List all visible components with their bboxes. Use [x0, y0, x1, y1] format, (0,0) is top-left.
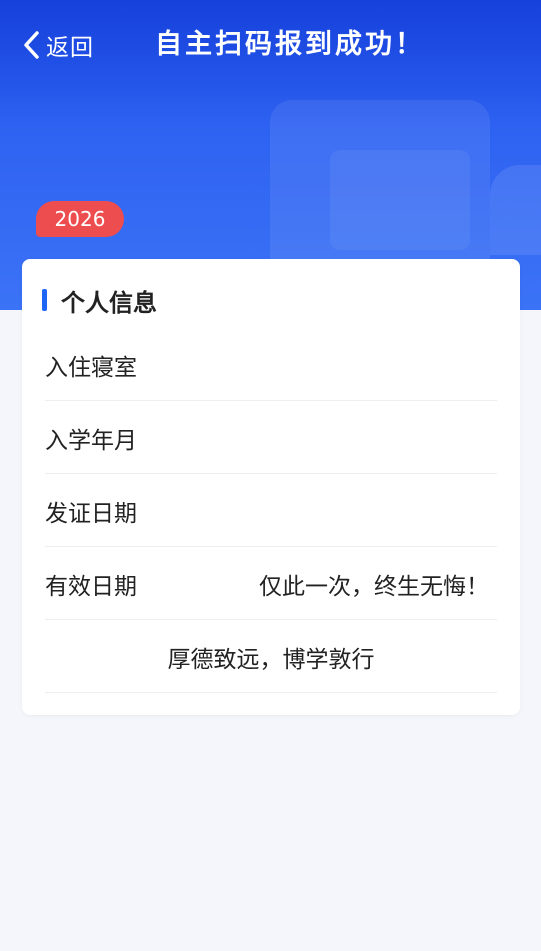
row-label: 发证日期 — [45, 500, 137, 527]
info-row-enroll-date: 入学年月 — [45, 402, 497, 474]
page-title: 自主扫码报到成功！ — [155, 29, 425, 60]
section-accent-bar — [42, 289, 47, 311]
banner-building-shape-2 — [330, 150, 470, 250]
chevron-left-icon — [22, 30, 40, 60]
row-value: 仅此一次，终生无悔！ — [259, 573, 489, 600]
info-row-dorm: 入住寝室 — [45, 329, 497, 401]
card-header: 个人信息 — [42, 284, 157, 317]
year-badge: 2026 — [36, 201, 124, 237]
info-row-issue-date: 发证日期 — [45, 475, 497, 547]
back-label: 返回 — [46, 35, 94, 61]
row-label: 入学年月 — [45, 427, 137, 454]
motto-row: 厚德致远，博学敦行 — [45, 621, 497, 693]
row-label: 有效日期 — [45, 573, 137, 600]
card-title: 个人信息 — [61, 288, 157, 317]
personal-info-card: 个人信息 入住寝室 入学年月 发证日期 有效日期 仅此一次，终生无悔！ 厚德致远… — [22, 259, 520, 715]
info-row-valid-date: 有效日期 仅此一次，终生无悔！ — [45, 548, 497, 620]
school-motto: 厚德致远，博学敦行 — [167, 646, 375, 673]
banner-building-shape-3 — [490, 165, 541, 255]
back-button[interactable]: 返回 — [22, 26, 94, 64]
row-label: 入住寝室 — [45, 354, 137, 381]
